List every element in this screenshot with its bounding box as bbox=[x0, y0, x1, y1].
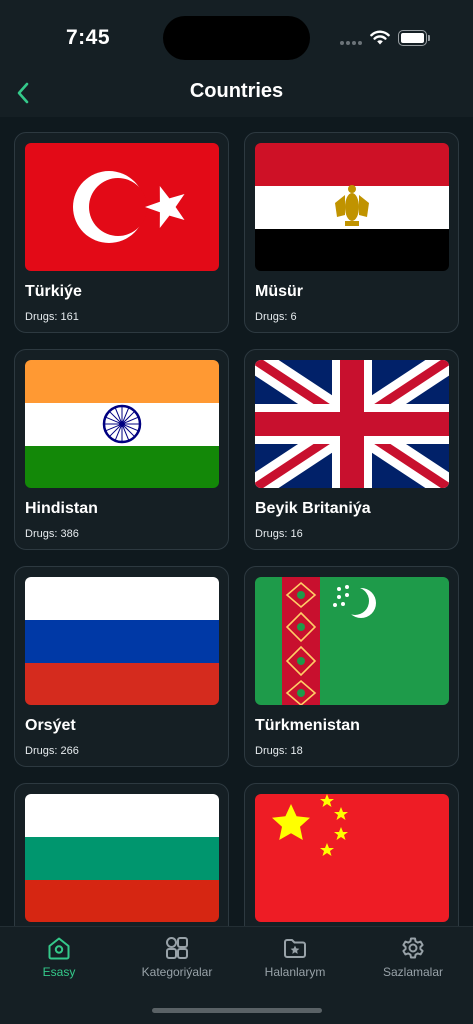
country-name: Müsür bbox=[255, 283, 303, 300]
tab-kategoriyalar[interactable]: Kategoriýalar bbox=[118, 935, 236, 985]
battery-icon bbox=[398, 30, 431, 46]
status-time: 7:45 bbox=[66, 26, 111, 49]
drug-count: Drugs: 386 bbox=[25, 528, 79, 540]
drug-count: Drugs: 161 bbox=[25, 311, 79, 323]
grid-icon bbox=[166, 937, 188, 959]
country-card-hindistan[interactable]: Hindistan Drugs: 386 bbox=[14, 349, 229, 550]
country-name: Hindistan bbox=[25, 500, 98, 517]
wifi-icon bbox=[370, 30, 390, 45]
country-name: Türkiýe bbox=[25, 283, 82, 300]
country-card-turkmenistan[interactable]: Türkmenistan Drugs: 18 bbox=[244, 566, 459, 767]
uk-flag-image bbox=[255, 360, 449, 488]
country-card-beyik-britaniya[interactable]: Beyik Britaniýa Drugs: 16 bbox=[244, 349, 459, 550]
home-icon bbox=[48, 937, 70, 960]
country-card-musur[interactable]: Müsür Drugs: 6 bbox=[244, 132, 459, 333]
tab-halanlarym[interactable]: Halanlarym bbox=[236, 935, 354, 985]
drug-count: Drugs: 266 bbox=[25, 745, 79, 757]
tab-label: Kategoriýalar bbox=[141, 965, 213, 979]
country-card-china[interactable] bbox=[244, 783, 459, 926]
turkmenistan-flag-image bbox=[255, 577, 449, 705]
country-name: Orsýet bbox=[25, 717, 76, 734]
tab-label: Sazlamalar bbox=[382, 965, 444, 979]
china-flag-image bbox=[255, 794, 449, 922]
home-indicator bbox=[152, 1008, 322, 1013]
india-flag-image bbox=[25, 360, 219, 488]
country-card-bulgaria[interactable] bbox=[14, 783, 229, 926]
favorite-folder-icon bbox=[284, 939, 306, 958]
page-title: Countries bbox=[189, 80, 284, 102]
gear-icon bbox=[402, 937, 424, 959]
turkey-flag-image bbox=[25, 143, 219, 271]
egypt-flag-image bbox=[255, 143, 449, 271]
tab-esasy[interactable]: Esasy bbox=[0, 935, 118, 985]
tab-label: Esasy bbox=[42, 965, 76, 979]
tab-label: Halanlarym bbox=[264, 965, 326, 979]
status-bar: 7:45 bbox=[0, 0, 473, 70]
nav-bar: Countries bbox=[0, 70, 473, 116]
country-list[interactable]: Türkiýe Drugs: 161 Müsür Drugs: 6 Hindis… bbox=[0, 117, 473, 926]
country-name: Türkmenistan bbox=[255, 717, 360, 734]
drug-count: Drugs: 18 bbox=[255, 745, 303, 757]
country-name: Beyik Britaniýa bbox=[255, 500, 371, 517]
bulgaria-flag-image bbox=[25, 794, 219, 922]
drug-count: Drugs: 6 bbox=[255, 311, 297, 323]
drug-count: Drugs: 16 bbox=[255, 528, 303, 540]
country-card-orsyet[interactable]: Orsýet Drugs: 266 bbox=[14, 566, 229, 767]
russia-flag-image bbox=[25, 577, 219, 705]
signal-icon bbox=[340, 41, 364, 59]
dynamic-island bbox=[163, 16, 310, 60]
tab-sazlamalar[interactable]: Sazlamalar bbox=[354, 935, 472, 985]
country-card-turkiye[interactable]: Türkiýe Drugs: 161 bbox=[14, 132, 229, 333]
